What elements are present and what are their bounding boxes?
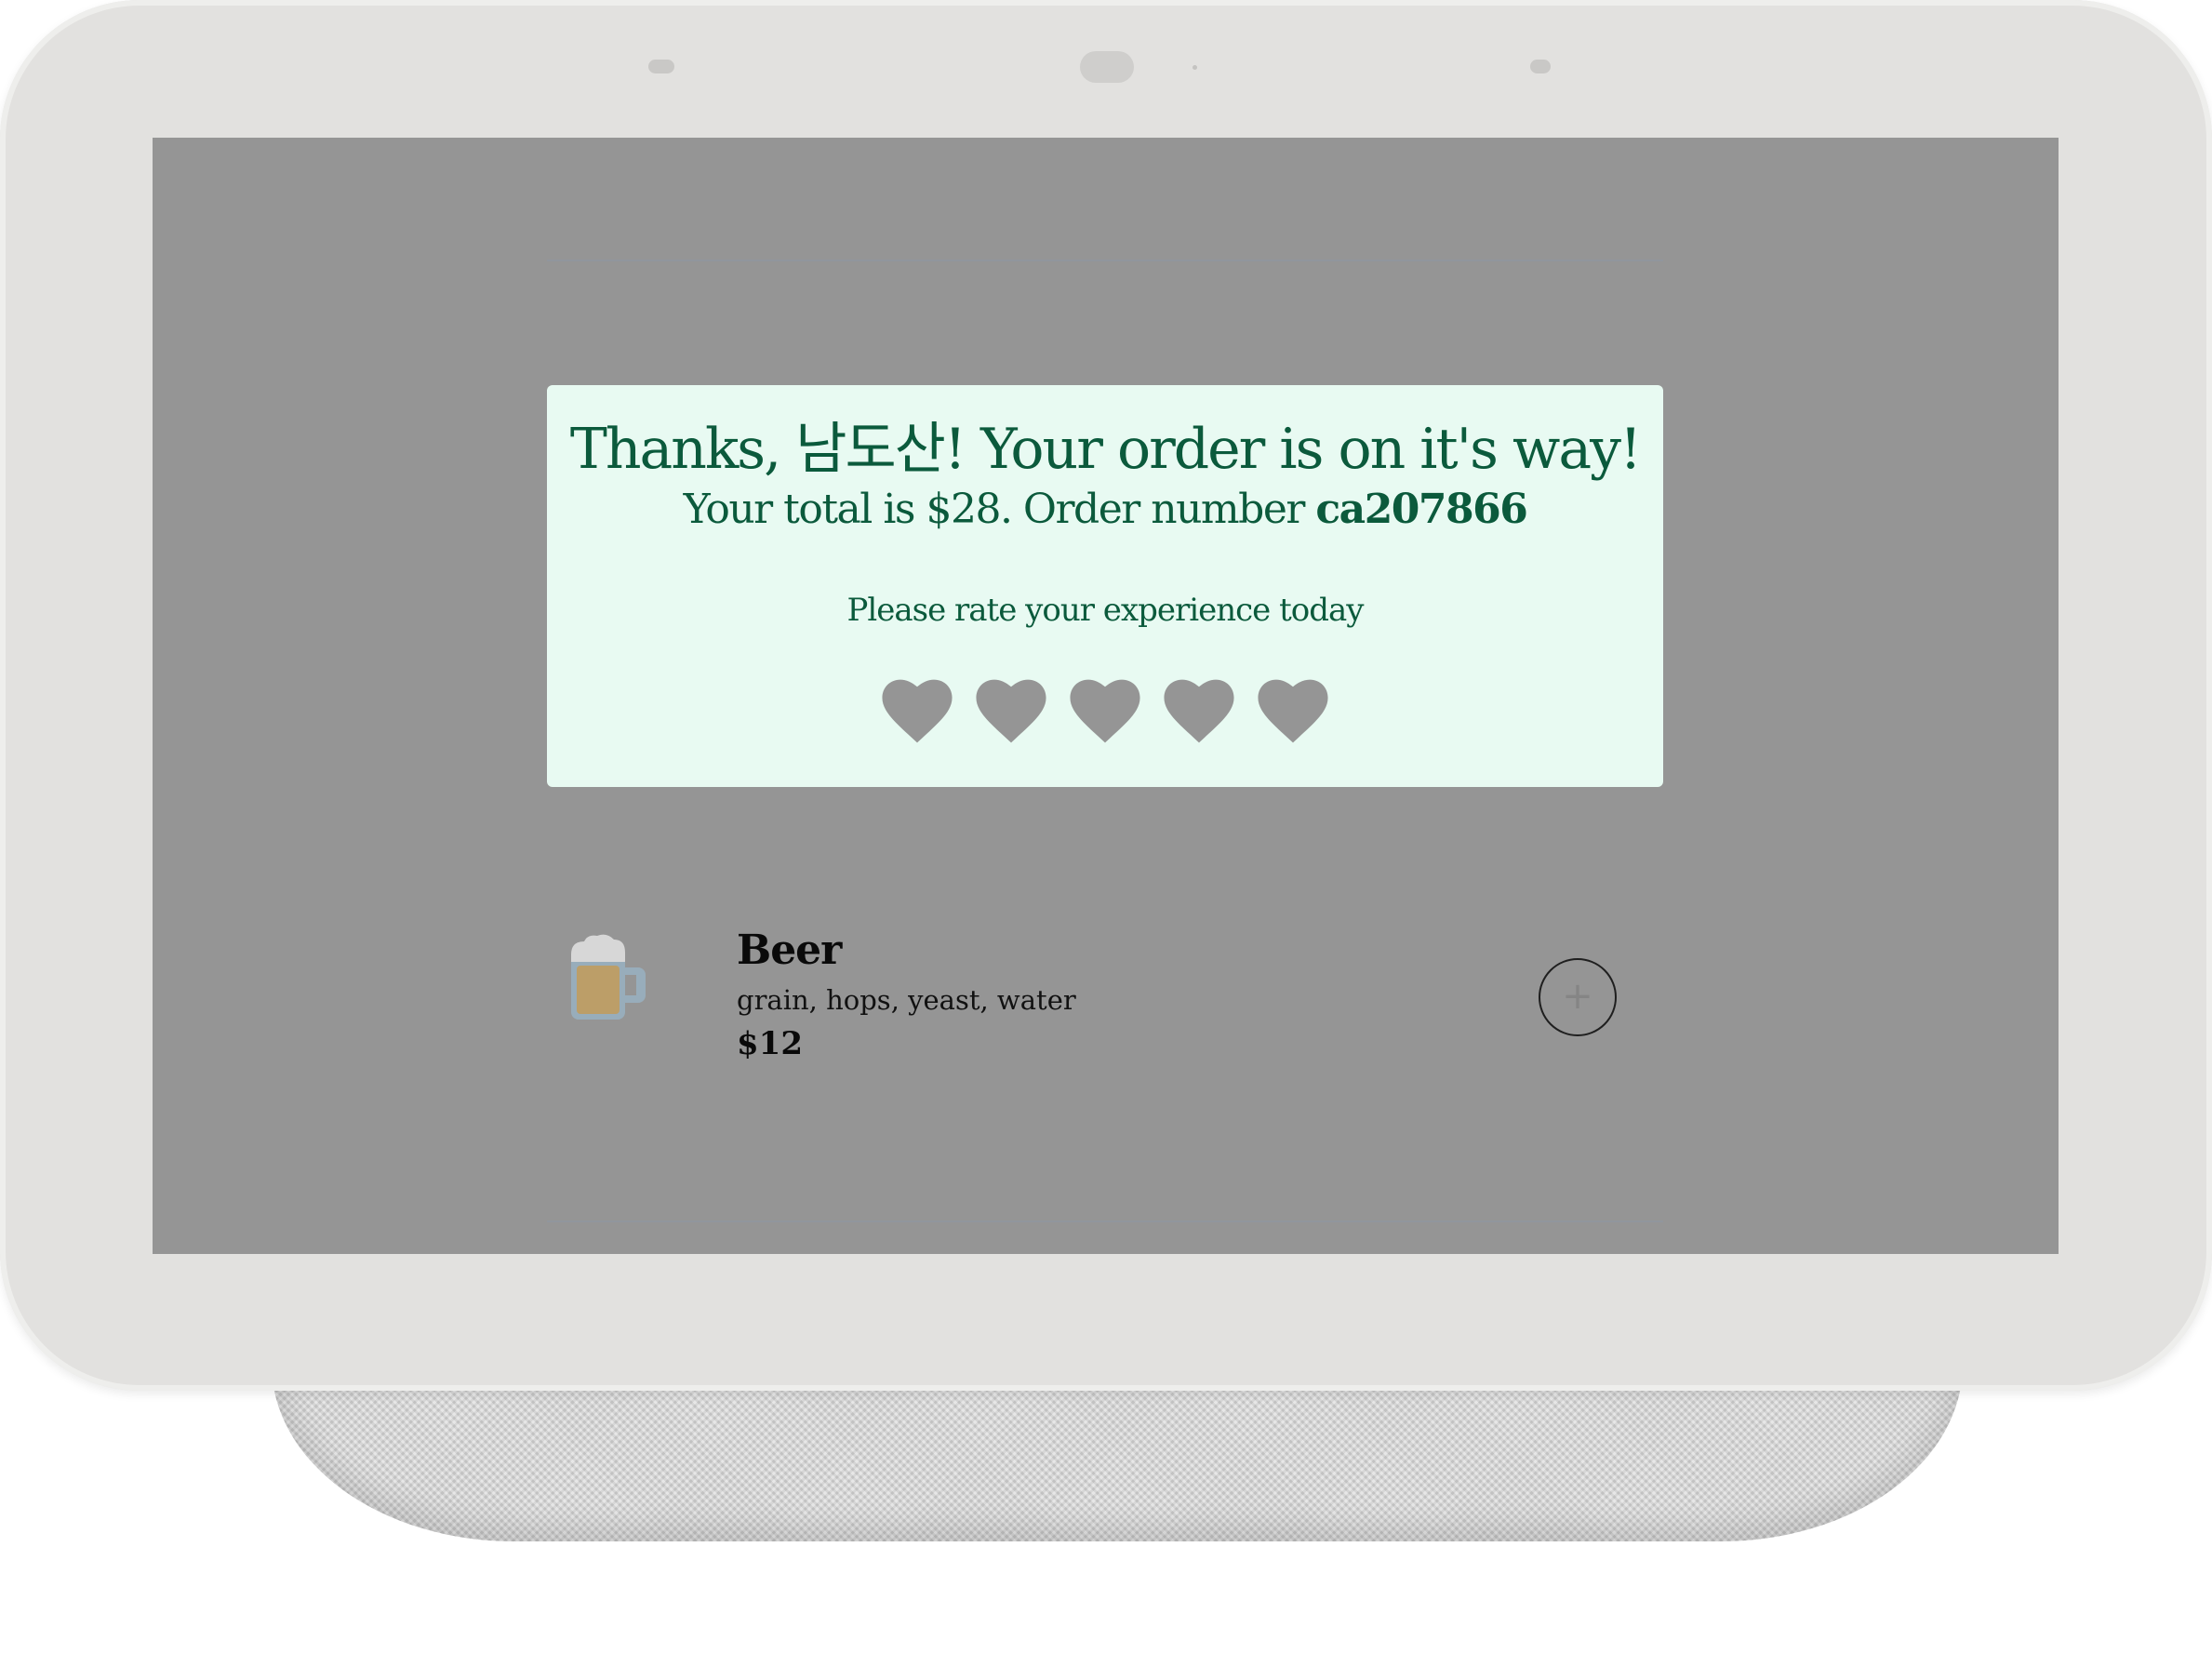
order-total-text: Your total is $28. Order number	[683, 486, 1306, 533]
camera-icon	[1080, 51, 1134, 83]
heart-rating-icon-3[interactable]	[1069, 679, 1141, 744]
order-total-line: Your total is $28. Order number ca207866	[547, 486, 1663, 533]
device-screen: Beer grain, hops, yeast, water $12 + Tha…	[153, 138, 2059, 1254]
device-bezel: Beer grain, hops, yeast, water $12 + Tha…	[0, 0, 2212, 1391]
heart-rating-icon-1[interactable]	[881, 679, 953, 744]
light-sensor-right	[1530, 60, 1551, 73]
indicator-dot	[1193, 65, 1197, 70]
light-sensor-left	[648, 60, 674, 73]
rating-prompt: Please rate your experience today	[846, 592, 1365, 629]
order-confirmation-dialog: Thanks, 남도산! Your order is on it's way! …	[547, 385, 1663, 787]
heart-rating-icon-5[interactable]	[1257, 679, 1329, 744]
dialog-title: Thanks, 남도산! Your order is on it's way!	[569, 417, 1642, 482]
heart-rating-icon-4[interactable]	[1163, 679, 1235, 744]
smart-display-mockup: Beer grain, hops, yeast, water $12 + Tha…	[0, 0, 2212, 1667]
rating-hearts	[547, 679, 1663, 744]
heart-rating-icon-2[interactable]	[975, 679, 1047, 744]
order-number: ca207866	[1315, 486, 1528, 533]
